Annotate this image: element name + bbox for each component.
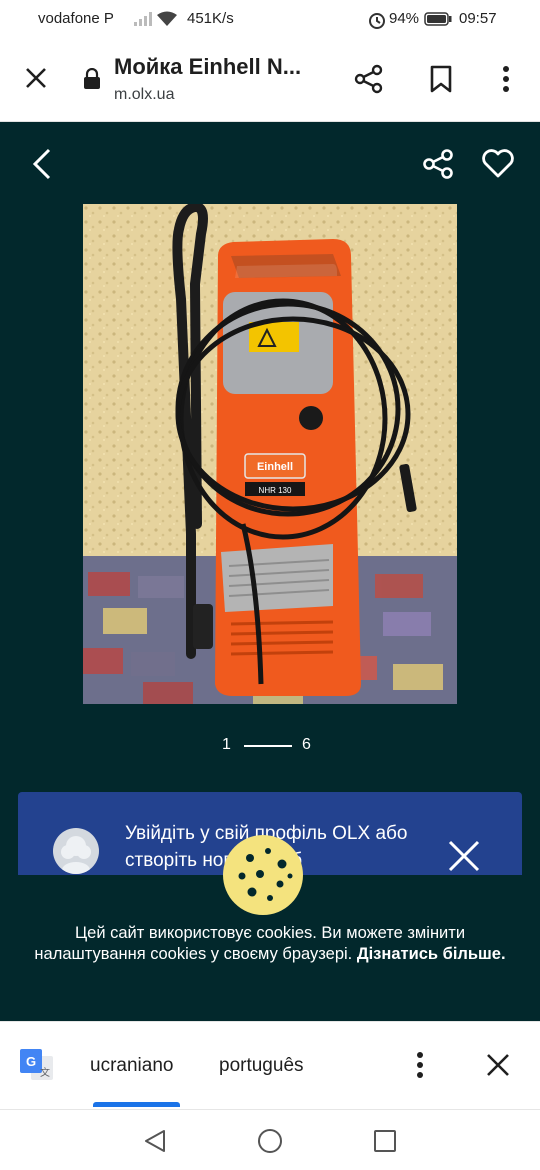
product-photo[interactable]: Einhell NHR 130 <box>83 204 457 704</box>
back-arrow-icon[interactable] <box>22 144 62 184</box>
heart-icon[interactable] <box>478 144 518 184</box>
nav-recent-icon[interactable] <box>370 1126 400 1156</box>
cookie-notice-text: Цей сайт використовує cookies. Ви можете… <box>30 923 510 965</box>
system-nav-bar <box>0 1109 540 1170</box>
close-icon[interactable] <box>446 838 482 874</box>
target-language-tab[interactable]: português <box>219 1055 304 1077</box>
status-bar: vodafone P 451K/s 94% 09:57 <box>0 0 540 38</box>
share-icon[interactable] <box>350 60 388 98</box>
product-brand-label: Einhell <box>257 461 293 473</box>
svg-text:文: 文 <box>40 1066 50 1079</box>
lock-icon <box>83 67 101 95</box>
more-vert-icon[interactable] <box>404 1047 436 1083</box>
source-language-tab[interactable]: ucraniano <box>90 1055 173 1077</box>
wifi-icon <box>156 11 178 32</box>
pager-divider <box>244 745 292 747</box>
nav-home-icon[interactable] <box>255 1126 285 1156</box>
more-vert-icon[interactable] <box>488 60 524 98</box>
user-avatar-icon <box>53 828 99 874</box>
share-icon[interactable] <box>418 144 458 184</box>
svg-text:G: G <box>26 1054 36 1069</box>
close-icon[interactable] <box>18 60 54 96</box>
translate-bar: G文 ucraniano português <box>0 1021 540 1109</box>
google-translate-icon: G文 <box>19 1047 55 1088</box>
bookmark-icon[interactable] <box>422 60 460 98</box>
total-photo-count: 6 <box>302 736 311 753</box>
nav-back-icon[interactable] <box>140 1126 170 1156</box>
clock: 09:57 <box>459 10 497 27</box>
signal-icon <box>134 12 152 31</box>
cookie-icon <box>222 834 304 916</box>
page-url[interactable]: m.olx.ua <box>114 86 174 104</box>
alarm-icon <box>368 11 386 34</box>
network-speed: 451K/s <box>187 10 234 27</box>
battery-percent: 94% <box>389 10 420 27</box>
current-photo-index: 1 <box>222 736 231 753</box>
selected-tab-indicator <box>93 1102 180 1107</box>
photo-gallery: Einhell NHR 130 1 6 <box>0 122 540 875</box>
carrier-name: vodafone P <box>38 10 114 27</box>
close-icon[interactable] <box>480 1047 516 1083</box>
page-title[interactable]: Мойка Einhell N... <box>114 54 301 80</box>
battery-icon <box>424 12 452 31</box>
cookie-learn-more-link[interactable]: Дізнатись більше. <box>357 945 506 963</box>
browser-toolbar: Мойка Einhell N... m.olx.ua <box>0 38 540 122</box>
product-model-label: NHR 130 <box>259 486 292 495</box>
photo-pager: 1 6 <box>0 734 540 758</box>
